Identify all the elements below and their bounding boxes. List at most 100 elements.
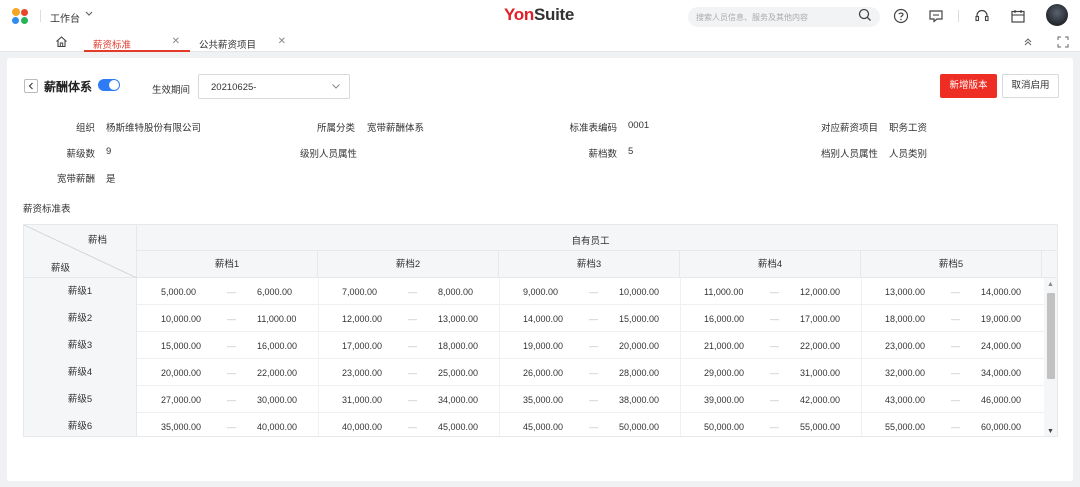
scroll-up-icon[interactable]: ▲	[1047, 281, 1054, 288]
salary-range-cell[interactable]: 35,000.00 — 40,000.00	[137, 413, 318, 436]
user-avatar[interactable]	[1046, 4, 1068, 26]
scroll-thumb[interactable]	[1047, 293, 1055, 379]
range-separator: —	[589, 368, 598, 378]
range-min: 35,000.00	[523, 395, 564, 405]
period-value: 20210625-	[211, 82, 257, 93]
help-icon[interactable]	[893, 8, 909, 24]
message-icon[interactable]	[928, 8, 944, 24]
close-icon[interactable]: ✕	[172, 36, 180, 47]
salary-range-cell[interactable]: 12,000.00 — 13,000.00	[318, 305, 499, 332]
range-min: 7,000.00	[342, 287, 378, 297]
range-min: 55,000.00	[885, 422, 926, 432]
headset-icon[interactable]	[974, 8, 990, 24]
new-version-button[interactable]: 新增版本	[940, 74, 997, 98]
salary-range-cell[interactable]: 31,000.00 — 34,000.00	[318, 386, 499, 413]
field-label-item: 对应薪资项目	[820, 123, 878, 134]
range-min: 9,000.00	[523, 287, 559, 297]
salary-range-cell[interactable]: 40,000.00 — 45,000.00	[318, 413, 499, 436]
range-separator: —	[408, 287, 417, 297]
salary-range-cell[interactable]: 20,000.00 — 22,000.00	[137, 359, 318, 386]
divider	[958, 10, 959, 22]
salary-range-cell[interactable]: 50,000.00 — 55,000.00	[680, 413, 861, 436]
salary-range-cell[interactable]: 17,000.00 — 18,000.00	[318, 332, 499, 359]
page-title: 薪酬体系	[44, 80, 93, 94]
range-min: 14,000.00	[523, 314, 564, 324]
range-separator: —	[589, 287, 598, 297]
salary-range-cell[interactable]: 14,000.00 — 15,000.00	[499, 305, 680, 332]
salary-range-cell[interactable]: 29,000.00 — 31,000.00	[680, 359, 861, 386]
range-separator: —	[227, 287, 236, 297]
range-max: 24,000.00	[981, 341, 1022, 351]
search-input[interactable]: 搜索人员信息、服务及其他内容	[688, 7, 880, 27]
salary-range-cell[interactable]: 45,000.00 — 50,000.00	[499, 413, 680, 436]
field-value-broadband: 是	[106, 174, 116, 185]
cancel-enable-button[interactable]: 取消启用	[1002, 74, 1059, 98]
range-min: 40,000.00	[342, 422, 383, 432]
range-min: 35,000.00	[161, 422, 202, 432]
workspace-label[interactable]: 工作台	[50, 10, 80, 25]
row-header-grade: 薪级3	[24, 332, 137, 359]
range-min: 50,000.00	[704, 422, 745, 432]
home-icon[interactable]	[55, 35, 68, 48]
range-separator: —	[589, 395, 598, 405]
collapse-up-icon[interactable]	[1021, 35, 1035, 49]
range-separator: —	[951, 287, 960, 297]
calendar-icon[interactable]	[1010, 8, 1026, 24]
salary-range-cell[interactable]: 32,000.00 — 34,000.00	[861, 359, 1042, 386]
salary-range-cell[interactable]: 26,000.00 — 28,000.00	[499, 359, 680, 386]
tab-public-salary-items[interactable]: 公共薪资项目 ✕	[190, 32, 296, 52]
range-max: 55,000.00	[800, 422, 841, 432]
close-icon[interactable]: ✕	[278, 36, 286, 47]
tab-salary-standard[interactable]: 薪资标准 ✕	[84, 32, 190, 52]
range-min: 45,000.00	[523, 422, 564, 432]
salary-range-cell[interactable]: 21,000.00 — 22,000.00	[680, 332, 861, 359]
enable-toggle[interactable]	[98, 79, 120, 91]
salary-range-cell[interactable]: 23,000.00 — 24,000.00	[861, 332, 1042, 359]
field-label-grade-attr: 级别人员属性	[299, 149, 357, 160]
range-separator: —	[408, 314, 417, 324]
salary-range-cell[interactable]: 7,000.00 — 8,000.00	[318, 278, 499, 305]
salary-range-cell[interactable]: 10,000.00 — 11,000.00	[137, 305, 318, 332]
range-max: 34,000.00	[981, 368, 1022, 378]
salary-range-cell[interactable]: 5,000.00 — 6,000.00	[137, 278, 318, 305]
search-icon[interactable]	[858, 8, 872, 22]
range-max: 45,000.00	[438, 422, 479, 432]
range-separator: —	[770, 314, 779, 324]
salary-range-cell[interactable]: 9,000.00 — 10,000.00	[499, 278, 680, 305]
salary-range-cell[interactable]: 43,000.00 — 46,000.00	[861, 386, 1042, 413]
range-max: 20,000.00	[619, 341, 660, 351]
salary-range-cell[interactable]: 55,000.00 — 60,000.00	[861, 413, 1042, 436]
range-separator: —	[951, 314, 960, 324]
salary-range-cell[interactable]: 13,000.00 — 14,000.00	[861, 278, 1042, 305]
salary-range-cell[interactable]: 23,000.00 — 25,000.00	[318, 359, 499, 386]
salary-range-cell[interactable]: 16,000.00 — 17,000.00	[680, 305, 861, 332]
range-separator: —	[408, 341, 417, 351]
range-max: 50,000.00	[619, 422, 660, 432]
table-scrollbar[interactable]: ▲ ▼	[1044, 278, 1057, 436]
range-max: 31,000.00	[800, 368, 841, 378]
range-separator: —	[589, 422, 598, 432]
range-min: 12,000.00	[342, 314, 383, 324]
range-separator: —	[770, 287, 779, 297]
table-row: 薪级1 5,000.00 — 6,000.00 7,000.00 — 8,000.00 9,0…	[24, 278, 1044, 305]
chevron-down-icon[interactable]	[84, 8, 94, 18]
period-select[interactable]: 20210625-	[198, 74, 350, 99]
salary-range-cell[interactable]: 11,000.00 — 12,000.00	[680, 278, 861, 305]
range-max: 40,000.00	[257, 422, 298, 432]
field-label-level-attr: 档别人员属性	[820, 149, 878, 160]
range-min: 21,000.00	[704, 341, 745, 351]
back-button[interactable]	[24, 79, 38, 93]
salary-range-cell[interactable]: 19,000.00 — 20,000.00	[499, 332, 680, 359]
fullscreen-icon[interactable]	[1056, 35, 1070, 49]
diagonal-divider	[24, 225, 137, 278]
range-separator: —	[951, 368, 960, 378]
salary-range-cell[interactable]: 18,000.00 — 19,000.00	[861, 305, 1042, 332]
salary-range-cell[interactable]: 39,000.00 — 42,000.00	[680, 386, 861, 413]
range-min: 27,000.00	[161, 395, 202, 405]
salary-range-cell[interactable]: 15,000.00 — 16,000.00	[137, 332, 318, 359]
salary-range-cell[interactable]: 27,000.00 — 30,000.00	[137, 386, 318, 413]
app-grid-logo-icon[interactable]	[12, 8, 30, 24]
salary-range-cell[interactable]: 35,000.00 — 38,000.00	[499, 386, 680, 413]
period-label: 生效期间	[152, 85, 191, 96]
scroll-down-icon[interactable]: ▼	[1047, 428, 1054, 435]
